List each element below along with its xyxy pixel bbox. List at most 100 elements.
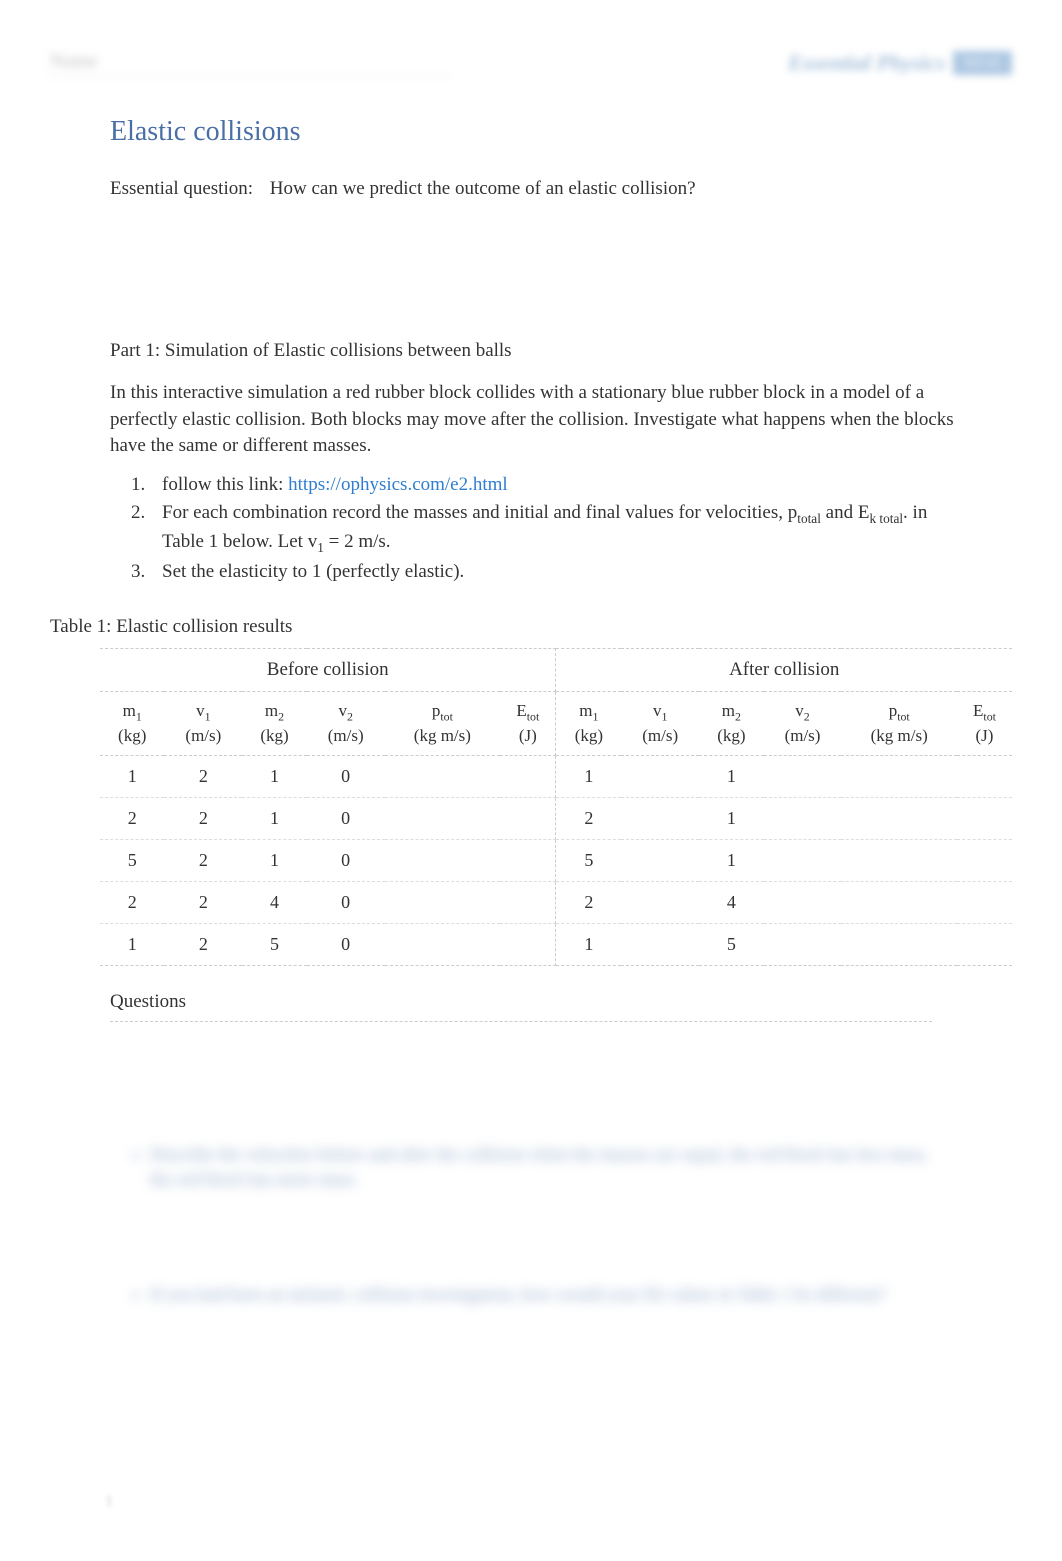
col-v1-before: v1(m/s): [164, 691, 242, 755]
table-body: 1 2 1 0 1 1 2 2 1 0 2: [100, 755, 1012, 965]
cell: [500, 755, 556, 797]
cell: 2: [556, 797, 621, 839]
edition-badge: 3rd ed.: [953, 51, 1012, 75]
cell: [841, 797, 957, 839]
cell: 0: [307, 881, 385, 923]
cell: 5: [556, 839, 621, 881]
instruction-item-3: Set the elasticity to 1 (perfectly elast…: [150, 559, 972, 586]
part1-body: In this interactive simulation a red rub…: [110, 380, 972, 460]
instruction-item-2: For each combination record the masses a…: [150, 500, 972, 557]
cell: [841, 881, 957, 923]
cell: 2: [164, 923, 242, 965]
cell: [385, 755, 501, 797]
subscript-total-1: total: [797, 511, 821, 526]
cell: 1: [556, 923, 621, 965]
instruction-2-text-d: = 2 m/s.: [324, 531, 391, 552]
simulation-link[interactable]: https://ophysics.com/e2.html: [288, 474, 508, 495]
cell: 0: [307, 839, 385, 881]
cell: 2: [164, 881, 242, 923]
col-m1-before: m1(kg): [100, 691, 164, 755]
table-group-row: Before collision After collision: [100, 648, 1012, 691]
cell: [764, 755, 842, 797]
cell: 1: [100, 755, 164, 797]
table-row: 5 2 1 0 5 1: [100, 839, 1012, 881]
header-brand: Essential Physics 3rd ed.: [788, 50, 1012, 76]
col-v2-after: v2(m/s): [764, 691, 842, 755]
cell: 2: [164, 797, 242, 839]
cell: [385, 839, 501, 881]
cell: [385, 797, 501, 839]
cell: 1: [100, 923, 164, 965]
col-v2-before: v2(m/s): [307, 691, 385, 755]
cell: 2: [100, 881, 164, 923]
cell: [764, 797, 842, 839]
cell: 2: [100, 797, 164, 839]
col-v1-after: v1(m/s): [621, 691, 699, 755]
blurred-question-a: Describe the velocities before and after…: [150, 1142, 952, 1192]
essential-question-label: Essential question:: [110, 178, 253, 199]
page-header: Name Essential Physics 3rd ed.: [50, 50, 1012, 76]
instruction-item-1: follow this link: https://ophysics.com/e…: [150, 472, 972, 499]
cell: [621, 923, 699, 965]
cell: [957, 923, 1012, 965]
cell: 1: [699, 797, 763, 839]
cell: 1: [242, 797, 306, 839]
cell: [957, 881, 1012, 923]
cell: [764, 923, 842, 965]
cell: [621, 755, 699, 797]
cell: 1: [699, 839, 763, 881]
cell: [841, 755, 957, 797]
cell: 0: [307, 755, 385, 797]
subscript-v1: 1: [317, 540, 324, 555]
col-m1-after: m1(kg): [556, 691, 621, 755]
cell: 4: [699, 881, 763, 923]
before-collision-header: Before collision: [100, 648, 556, 691]
cell: [385, 923, 501, 965]
collision-results-table: Before collision After collision m1(kg) …: [100, 648, 1012, 966]
essential-question-text: How can we predict the outcome of an ela…: [270, 178, 696, 199]
blurred-questions-list: Describe the velocities before and after…: [150, 1142, 952, 1308]
cell: 2: [164, 839, 242, 881]
cell: [621, 881, 699, 923]
cell: 5: [242, 923, 306, 965]
table-row: 2 2 1 0 2 1: [100, 797, 1012, 839]
cell: 1: [556, 755, 621, 797]
cell: [621, 839, 699, 881]
cell: [500, 797, 556, 839]
table-row: 1 2 5 0 1 5: [100, 923, 1012, 965]
col-m2-after: m2(kg): [699, 691, 763, 755]
after-collision-header: After collision: [556, 648, 1012, 691]
cell: [764, 881, 842, 923]
instruction-1-text: follow this link:: [162, 474, 288, 495]
col-ptot-before: ptot(kg m/s): [385, 691, 501, 755]
cell: 0: [307, 797, 385, 839]
cell: 1: [242, 755, 306, 797]
questions-divider: [110, 1021, 932, 1022]
part1-header: Part 1: Simulation of Elastic collisions…: [110, 340, 1012, 362]
cell: [500, 881, 556, 923]
cell: [957, 839, 1012, 881]
cell: [385, 881, 501, 923]
table-caption: Table 1: Elastic collision results: [50, 616, 1012, 638]
brand-logo-text: Essential Physics: [788, 50, 945, 76]
essential-question: Essential question: How can we predict t…: [110, 178, 952, 200]
subscript-ktotal: k total: [869, 511, 903, 526]
blurred-question-b: If you had been an inelastic collision i…: [150, 1282, 952, 1307]
cell: [957, 797, 1012, 839]
col-ptot-after: ptot(kg m/s): [841, 691, 957, 755]
cell: 0: [307, 923, 385, 965]
cell: 5: [100, 839, 164, 881]
cell: [500, 839, 556, 881]
questions-heading: Questions: [110, 991, 1012, 1013]
cell: [841, 839, 957, 881]
cell: [500, 923, 556, 965]
cell: [957, 755, 1012, 797]
col-m2-before: m2(kg): [242, 691, 306, 755]
instruction-2-text-a: For each combination record the masses a…: [162, 502, 797, 523]
table-row: 1 2 1 0 1 1: [100, 755, 1012, 797]
cell: 2: [556, 881, 621, 923]
instruction-2-text-b: and E: [821, 502, 870, 523]
col-etot-before: Etot(J): [500, 691, 556, 755]
col-etot-after: Etot(J): [957, 691, 1012, 755]
cell: 1: [242, 839, 306, 881]
